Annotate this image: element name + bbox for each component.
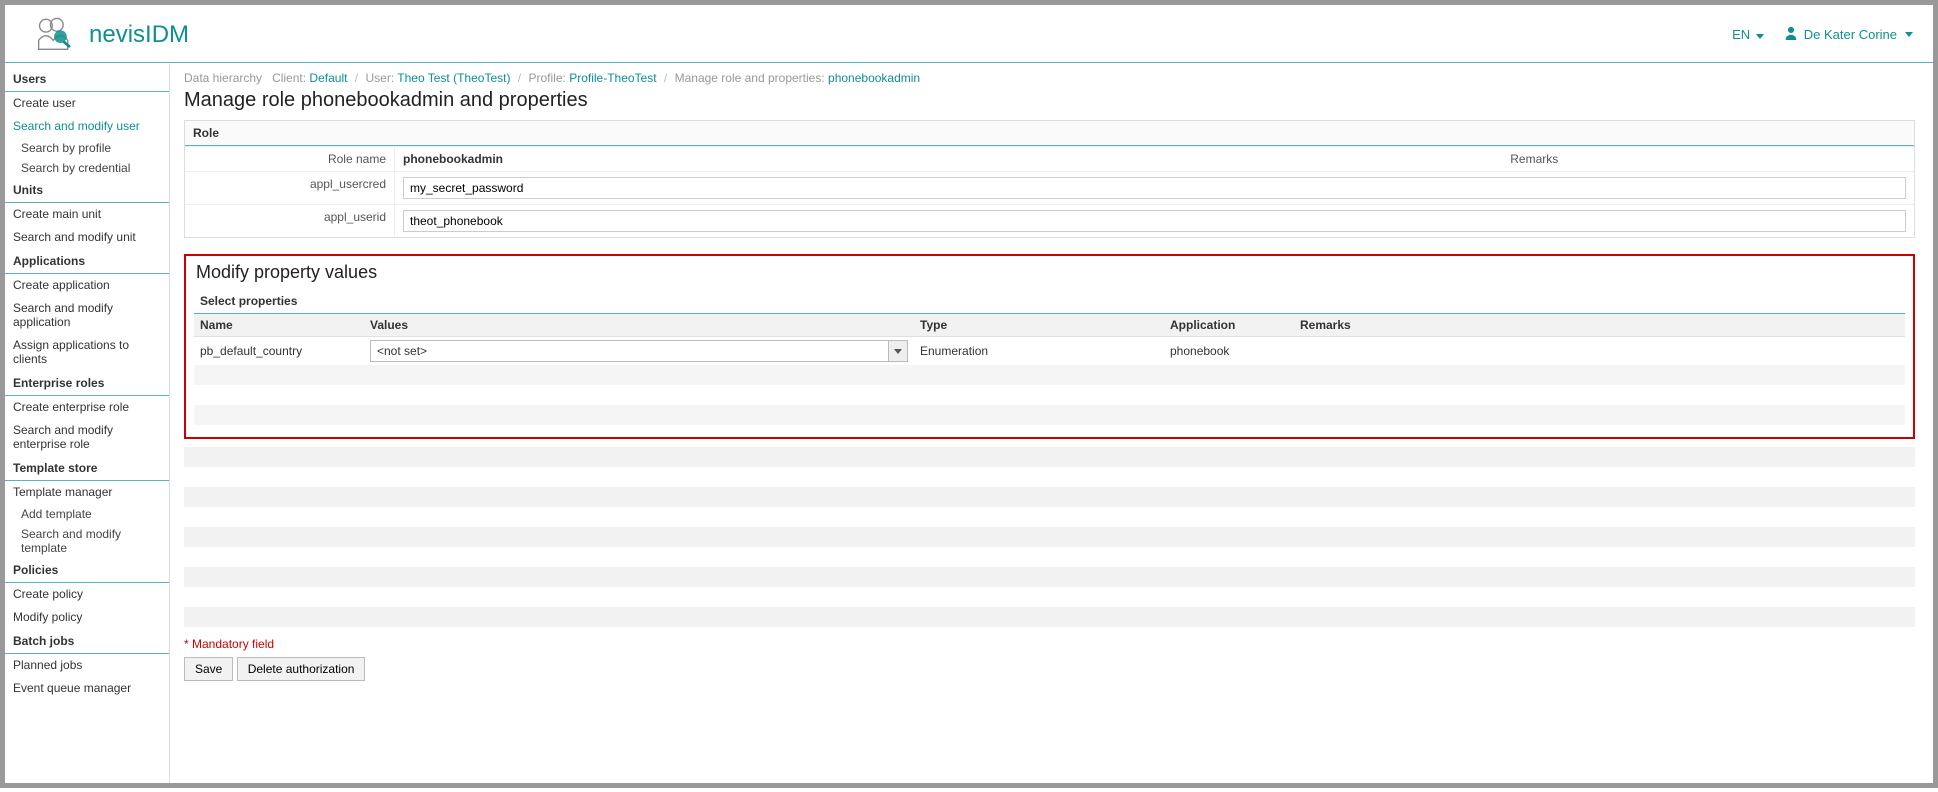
sidebar-link-create-user[interactable]: Create user — [5, 92, 169, 115]
sidebar-title-batch: Batch jobs — [5, 629, 169, 654]
stripe-area — [184, 447, 1915, 627]
table-row — [194, 405, 1905, 425]
header-right: EN De Kater Corine — [1732, 26, 1913, 43]
prop-application: phonebook — [1164, 337, 1294, 366]
delete-authorization-button[interactable]: Delete authorization — [237, 657, 366, 681]
main: Data hierarchy Client: Default / User: T… — [170, 63, 1933, 783]
sidebar-title-users: Users — [5, 67, 169, 92]
modify-section-title: Modify property values — [194, 262, 1905, 289]
prop-value-display: <not set> — [370, 340, 888, 362]
sidebar-link-create-application[interactable]: Create application — [5, 274, 169, 297]
appl-usercred-input[interactable] — [403, 177, 1906, 199]
col-values: Values — [364, 314, 914, 337]
brand-title: nevisIDM — [89, 21, 189, 49]
sidebar-link-add-template[interactable]: Add template — [5, 504, 169, 524]
appl-usercred-label: appl_usercred — [185, 172, 395, 204]
page-title: Manage role phonebookadmin and propertie… — [184, 89, 1915, 112]
lang-label: EN — [1732, 27, 1750, 42]
remarks-label: Remarks — [1155, 147, 1915, 171]
role-panel: Role Role name phonebookadmin Remarks ap… — [184, 120, 1915, 238]
col-remarks: Remarks — [1294, 314, 1905, 337]
breadcrumb-user-link[interactable]: Theo Test (TheoTest) — [397, 71, 510, 85]
app-header: nevisIDM EN De Kater Corine — [5, 5, 1933, 63]
save-button[interactable]: Save — [184, 657, 233, 681]
select-properties-header: Select properties — [194, 289, 1905, 314]
appl-userid-input[interactable] — [403, 210, 1906, 232]
logo-icon — [33, 13, 77, 56]
breadcrumb-user-label: User: — [365, 71, 394, 85]
breadcrumb-manage-link[interactable]: phonebookadmin — [828, 71, 920, 85]
sidebar-title-enterprise: Enterprise roles — [5, 371, 169, 396]
chevron-down-icon — [1756, 34, 1764, 39]
breadcrumb: Data hierarchy Client: Default / User: T… — [184, 71, 1915, 85]
role-panel-header: Role — [185, 121, 1914, 146]
sidebar-title-policies: Policies — [5, 558, 169, 583]
chevron-down-icon — [1905, 32, 1913, 37]
role-name-value: phonebookadmin — [395, 147, 1155, 171]
sidebar-link-planned-jobs[interactable]: Planned jobs — [5, 654, 169, 677]
sidebar-link-template-manager[interactable]: Template manager — [5, 481, 169, 504]
chevron-down-icon — [888, 340, 908, 362]
role-name-label: Role name — [185, 147, 395, 171]
prop-value-select[interactable]: <not set> — [370, 340, 908, 362]
sidebar-link-create-main-unit[interactable]: Create main unit — [5, 203, 169, 226]
breadcrumb-client-label: Client: — [272, 71, 306, 85]
modify-properties-section: Modify property values Select properties… — [184, 254, 1915, 439]
user-icon — [1784, 26, 1798, 43]
sidebar-link-assign-applications[interactable]: Assign applications to clients — [5, 334, 169, 371]
sidebar-title-units: Units — [5, 178, 169, 203]
sidebar-link-search-by-credential[interactable]: Search by credential — [5, 158, 169, 178]
user-name: De Kater Corine — [1804, 27, 1897, 42]
prop-remarks — [1294, 337, 1905, 366]
appl-userid-label: appl_userid — [185, 205, 395, 237]
table-row: pb_default_country <not set> Enumeration… — [194, 337, 1905, 366]
sidebar-link-event-queue[interactable]: Event queue manager — [5, 677, 169, 700]
sidebar-link-search-by-profile[interactable]: Search by profile — [5, 138, 169, 158]
col-application: Application — [1164, 314, 1294, 337]
breadcrumb-manage-label: Manage role and properties: — [675, 71, 825, 85]
language-switcher[interactable]: EN — [1732, 27, 1764, 42]
sidebar-link-search-modify-unit[interactable]: Search and modify unit — [5, 226, 169, 249]
col-name: Name — [194, 314, 364, 337]
prop-name: pb_default_country — [194, 337, 364, 366]
breadcrumb-profile-link[interactable]: Profile-TheoTest — [569, 71, 656, 85]
prop-type: Enumeration — [914, 337, 1164, 366]
sidebar-link-search-modify-application[interactable]: Search and modify application — [5, 297, 169, 334]
sidebar-link-create-enterprise-role[interactable]: Create enterprise role — [5, 396, 169, 419]
mandatory-note: * Mandatory field — [184, 637, 1915, 651]
sidebar-link-search-modify-user[interactable]: Search and modify user — [5, 115, 169, 138]
breadcrumb-root: Data hierarchy — [184, 71, 262, 85]
sidebar-title-template: Template store — [5, 456, 169, 481]
brand[interactable]: nevisIDM — [33, 13, 189, 56]
col-type: Type — [914, 314, 1164, 337]
mandatory-text: Mandatory field — [192, 637, 274, 651]
sidebar-link-search-enterprise-role[interactable]: Search and modify enterprise role — [5, 419, 169, 456]
sidebar: Users Create user Search and modify user… — [5, 63, 170, 783]
user-menu[interactable]: De Kater Corine — [1784, 26, 1913, 43]
breadcrumb-client-link[interactable]: Default — [309, 71, 347, 85]
sidebar-link-search-template[interactable]: Search and modify template — [5, 524, 169, 558]
breadcrumb-profile-label: Profile: — [528, 71, 565, 85]
button-row: Save Delete authorization — [184, 657, 1915, 681]
table-row — [194, 385, 1905, 405]
layout: Users Create user Search and modify user… — [5, 63, 1933, 783]
sidebar-title-applications: Applications — [5, 249, 169, 274]
sidebar-link-create-policy[interactable]: Create policy — [5, 583, 169, 606]
properties-table: Name Values Type Application Remarks pb_… — [194, 314, 1905, 425]
sidebar-link-modify-policy[interactable]: Modify policy — [5, 606, 169, 629]
table-row — [194, 365, 1905, 385]
